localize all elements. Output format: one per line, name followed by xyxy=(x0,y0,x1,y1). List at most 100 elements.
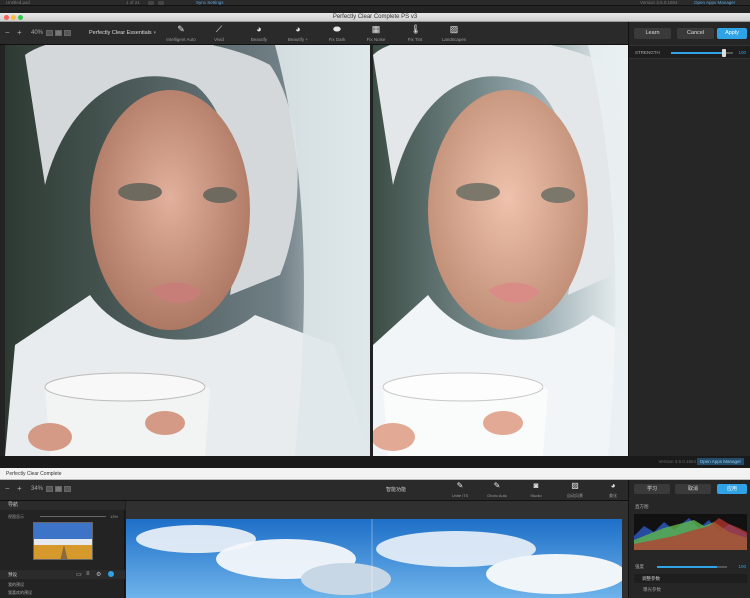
after-image xyxy=(373,45,628,456)
strength-knob[interactable] xyxy=(721,49,726,57)
window-title-bar: Perfectly Clear Complete PS v3 xyxy=(0,13,750,22)
navigator-thumbnail[interactable] xyxy=(33,522,93,560)
preview-canvas xyxy=(5,45,628,456)
bottom-cancel-button[interactable]: 取消 xyxy=(675,484,711,494)
bottom-tool-3[interactable]: ◙ Studio xyxy=(518,481,554,498)
cancel-button[interactable]: Cancel xyxy=(677,28,714,39)
navigator-header[interactable]: 导航 xyxy=(0,501,125,510)
navigator-zoom-pct: 13% xyxy=(110,514,119,519)
bottom-title-bar: Perfectly Clear Complete xyxy=(0,468,750,480)
top-app-window: Untitled.psd 1 of 21 Sync Settings Versi… xyxy=(0,0,750,468)
brush-icon: ⟋ xyxy=(215,24,223,34)
tool-vivid[interactable]: ⟋ Vivid xyxy=(200,24,238,44)
tool-fix-noise[interactable]: ▦ Fix Noise xyxy=(357,24,395,44)
bottom-tool-5[interactable]: ◕ 美化 xyxy=(595,481,631,499)
bottom-strength-slider[interactable] xyxy=(657,566,727,568)
single-view-icon[interactable] xyxy=(46,486,53,492)
tool-label: 美化 xyxy=(609,493,617,498)
tool-label: Landscapes xyxy=(441,37,467,42)
tool-label: Fix Tint xyxy=(407,37,423,42)
presets-header[interactable]: 预设 ▭ ≡ ⚙ xyxy=(0,570,125,579)
bottom-zoom-level[interactable]: 34% xyxy=(31,486,43,492)
split-view-icon[interactable] xyxy=(55,30,62,36)
strength-value[interactable]: 100 xyxy=(738,50,746,55)
strength-label: STRENGTH xyxy=(635,50,660,55)
before-image xyxy=(5,45,370,456)
apply-button[interactable]: Apply xyxy=(717,28,747,39)
learn-button[interactable]: Learn xyxy=(634,28,671,39)
window-title: Perfectly Clear Complete PS v3 xyxy=(332,14,418,20)
bottom-right-panel: 学习 取消 应用 直方图 强度 100 调整参数 曝光参数 xyxy=(628,480,750,598)
adjust-sub-label: 曝光参数 xyxy=(643,587,661,592)
tool-label: Beautify + xyxy=(287,37,309,42)
face-icon: ◕ xyxy=(610,481,616,490)
portrait-icon: ◙ xyxy=(533,481,539,490)
face-plus-icon: ◕ xyxy=(295,24,301,34)
bottom-learn-button[interactable]: 学习 xyxy=(634,484,670,494)
nav-next-button[interactable] xyxy=(158,1,164,5)
version-text: Version 3.5.0.1564 xyxy=(658,459,696,464)
zoom-out-icon[interactable]: − xyxy=(5,28,10,38)
tool-fix-dark[interactable]: ⬬ Fix Dark xyxy=(318,24,356,44)
magic-wand-icon: ✎ xyxy=(493,481,501,490)
landscape-icon: ▨ xyxy=(571,481,579,490)
preset-item-2[interactable]: 我喜欢的预设 xyxy=(8,590,32,596)
tool-beautify-plus[interactable]: ◕ Beautify + xyxy=(279,24,317,44)
bottom-tool-2[interactable]: ✎ Ghoto Auto xyxy=(479,481,515,498)
bottom-preview-canvas xyxy=(126,501,628,598)
gear-icon[interactable]: ⚙ xyxy=(96,571,101,578)
tool-label: Intelligent Auto xyxy=(166,37,196,42)
bottom-strength-fill xyxy=(657,566,717,568)
nav-prev-button[interactable] xyxy=(148,1,154,5)
tool-label: Fix Noise xyxy=(366,37,386,42)
bottom-tool-1[interactable]: ✎ Unite iTS xyxy=(442,481,478,498)
tool-beautify[interactable]: ◕ Beautify xyxy=(240,24,278,44)
zoom-in-icon[interactable]: + xyxy=(17,484,22,494)
bottom-apply-button[interactable]: 应用 xyxy=(717,484,747,494)
bottom-app-window: Perfectly Clear Complete − + 34% 智能功能 ✎ … xyxy=(0,468,750,598)
strength-fill xyxy=(671,52,724,54)
status-bar: Version 3.5.0.1564 Open Apps Manager xyxy=(0,456,750,468)
face-icon: ◕ xyxy=(256,24,262,34)
bottom-preset-dropdown[interactable]: 智能功能 xyxy=(386,486,406,493)
zoom-level[interactable]: 40% xyxy=(31,30,43,36)
help-icon[interactable] xyxy=(108,571,114,577)
bottom-strength-value[interactable]: 100 xyxy=(738,564,746,569)
split-view-icon[interactable] xyxy=(55,486,62,492)
thermometer-icon: 🌡 xyxy=(410,24,422,34)
adjust-row[interactable]: 调整参数 xyxy=(634,574,747,583)
preset-item-1[interactable]: 我的预设 xyxy=(8,582,24,588)
side-by-side-view-icon[interactable] xyxy=(64,30,71,36)
tool-label: Ghoto Auto xyxy=(486,493,507,498)
tool-label: Fix Dark xyxy=(328,37,346,42)
zoom-in-icon[interactable]: + xyxy=(17,28,22,38)
histogram xyxy=(634,514,747,550)
magic-wand-icon: ✎ xyxy=(456,481,464,490)
bottom-tool-4[interactable]: ▨ 自动风景 xyxy=(557,481,593,499)
navigator-label: 导航 xyxy=(8,502,19,508)
strength-slider[interactable] xyxy=(671,49,733,57)
open-apps-manager-button[interactable]: Open Apps Manager xyxy=(696,458,744,465)
folder-icon[interactable]: ▭ xyxy=(76,571,82,578)
preset-dropdown[interactable]: Perfectly Clear Essentials ▾ xyxy=(84,28,158,39)
bottom-strength-label: 强度 xyxy=(635,564,644,569)
single-view-icon[interactable] xyxy=(46,30,53,36)
presets-label: 预设 xyxy=(8,572,17,577)
right-panel: Learn Cancel Apply STRENGTH 100 xyxy=(628,22,750,460)
side-by-side-view-icon[interactable] xyxy=(64,486,71,492)
zoom-out-icon[interactable]: − xyxy=(5,484,10,494)
strength-row: STRENGTH 100 xyxy=(629,45,750,59)
host-strip: Untitled.psd 1 of 21 Sync Settings Versi… xyxy=(0,0,750,6)
tool-landscapes[interactable]: ▨ Landscapes xyxy=(435,24,473,44)
tool-fix-tint[interactable]: 🌡 Fix Tint xyxy=(396,24,434,44)
navigator-zoom-slider[interactable] xyxy=(40,516,106,517)
adjust-label: 调整参数 xyxy=(642,576,660,581)
chevron-down-icon: ▾ xyxy=(153,30,156,36)
bottom-window-title: Perfectly Clear Complete xyxy=(6,471,62,477)
sync-settings-link[interactable]: Sync Settings xyxy=(196,0,224,6)
list-icon[interactable]: ≡ xyxy=(86,571,90,577)
tool-intelligent-auto[interactable]: ✎ Intelligent Auto xyxy=(162,24,200,44)
bottom-preview-image xyxy=(126,519,622,598)
tool-label: Vivid xyxy=(214,37,224,42)
host-open-apps-manager[interactable]: Open Apps Manager xyxy=(694,0,735,6)
